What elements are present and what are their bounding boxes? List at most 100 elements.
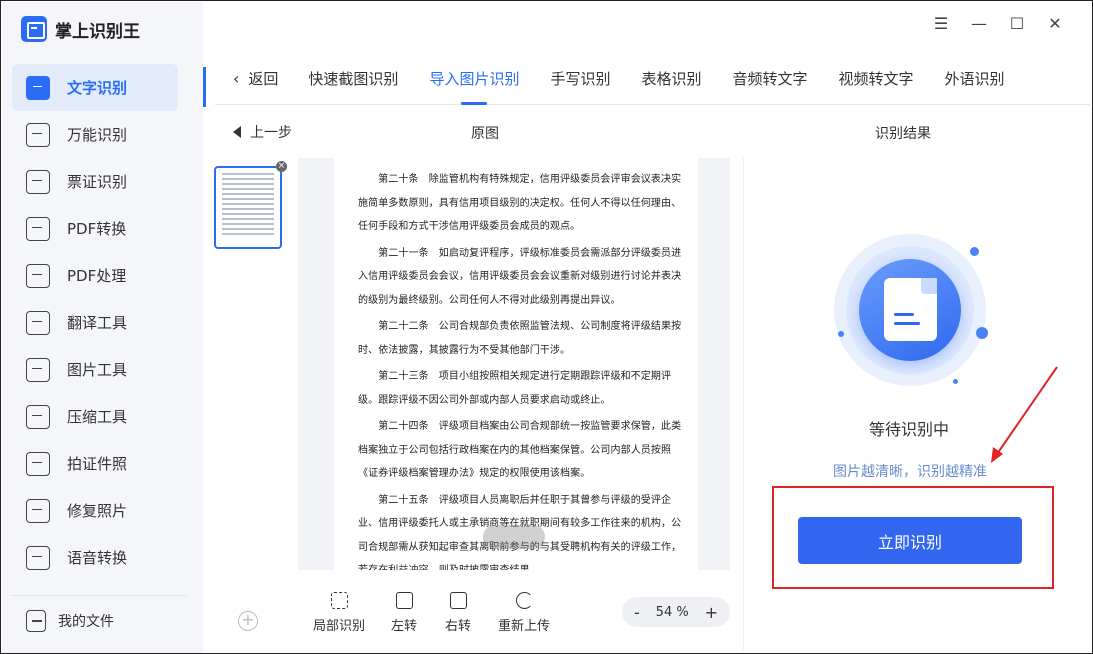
rotate-left-button[interactable]: 左转 <box>391 592 417 634</box>
sidebar-item-voice-convert[interactable]: 语音转换 <box>12 534 178 581</box>
sidebar-item-compress[interactable]: 压缩工具 <box>12 393 178 440</box>
app-title: 掌上识别王 <box>21 16 140 42</box>
ticket-icon <box>26 169 50 194</box>
add-image-icon[interactable]: + <box>238 611 258 631</box>
sidebar-item-photo-repair[interactable]: 修复照片 <box>12 487 178 534</box>
sidebar-item-label: 压缩工具 <box>67 408 128 426</box>
translate-icon <box>26 310 50 335</box>
prev-step-label: 上一步 <box>250 125 292 141</box>
tab-video-to-text[interactable]: 视频转文字 <box>839 53 914 105</box>
refresh-icon <box>515 592 533 609</box>
crop-icon <box>330 592 348 609</box>
reupload-button[interactable]: 重新上传 <box>498 592 550 634</box>
app-name: 掌上识别王 <box>55 21 140 42</box>
panel-divider <box>743 158 744 650</box>
sidebar-item-universal-scan[interactable]: 万能识别 <box>12 111 178 158</box>
triangle-left-icon <box>233 126 241 138</box>
sidebar-item-label: 文字识别 <box>67 79 128 97</box>
sidebar-item-label: 修复照片 <box>67 502 128 520</box>
my-files-link[interactable]: 我的文件 <box>26 610 114 632</box>
document-page: 第二十条 除监管机构有特殊规定，信用评级委员会评审会议表决实施简单多数原则，具有… <box>334 158 698 570</box>
sidebar-item-label: 语音转换 <box>67 549 128 567</box>
sidebar-item-image-tool[interactable]: 图片工具 <box>12 346 178 393</box>
id-photo-icon <box>26 451 50 476</box>
sidebar-item-label: 万能识别 <box>67 126 128 144</box>
back-button[interactable]: ‹ 返回 <box>233 68 278 89</box>
file-icon <box>26 610 46 632</box>
decor-dot <box>953 379 958 384</box>
scroll-indicator[interactable] <box>483 525 545 549</box>
back-label: 返回 <box>248 70 279 88</box>
rotate-right-button[interactable]: 右转 <box>445 592 471 634</box>
partial-recognize-button[interactable]: 局部识别 <box>313 592 365 634</box>
app-window: 掌上识别王 文字识别 万能识别 票证识别 PDF转换 PDF处理 翻译工具 图片… <box>0 0 1093 654</box>
decor-dot <box>970 247 979 256</box>
sidebar: 掌上识别王 文字识别 万能识别 票证识别 PDF转换 PDF处理 翻译工具 图片… <box>2 2 203 653</box>
mode-tabs: ‹ 返回 快速截图识别 导入图片识别 手写识别 表格识别 音频转文字 视频转文字… <box>215 53 1090 105</box>
decor-dot <box>976 327 988 339</box>
tab-table[interactable]: 表格识别 <box>641 53 701 105</box>
close-icon[interactable]: ✕ <box>1036 11 1074 35</box>
tool-label: 左转 <box>391 619 418 634</box>
document-paragraph: 第二十条 除监管机构有特殊规定，信用评级委员会评审会议表决实施简单多数原则，具有… <box>358 174 682 232</box>
decor-dot <box>838 331 844 337</box>
document-paragraph: 第二十四条 评级项目档案由公司合规部统一按监管要求保管，此类档案独立于公司包括行… <box>358 421 682 479</box>
app-logo-icon <box>21 16 47 42</box>
hint-text: 图片越清晰，识别越精准 <box>833 464 987 480</box>
tab-quick-screenshot[interactable]: 快速截图识别 <box>308 53 398 105</box>
compress-icon <box>26 404 50 429</box>
tool-label: 重新上传 <box>498 619 551 634</box>
status-text: 等待识别中 <box>869 420 950 439</box>
sidebar-item-label: PDF处理 <box>67 267 127 285</box>
document-paragraph: 第二十一条 如启动复评程序，评级标准委员会需派部分评级委员进入信用评级委员会会议… <box>358 247 682 306</box>
document-paragraph: 第二十二条 公司合规部负责依照监管法规、公司制度将评级结果按时、依法披露，其披露… <box>358 321 682 356</box>
annotation-arrow <box>991 366 1058 463</box>
tool-label: 右转 <box>445 619 472 634</box>
text-recognition-icon <box>26 75 50 100</box>
sidebar-item-pdf-process[interactable]: PDF处理 <box>12 252 178 299</box>
image-tool-icon <box>26 357 50 382</box>
sidebar-nav: 文字识别 万能识别 票证识别 PDF转换 PDF处理 翻译工具 图片工具 压缩工… <box>12 64 178 581</box>
zoom-out-button[interactable]: - <box>634 603 640 622</box>
tool-label: 局部识别 <box>313 619 366 634</box>
tab-foreign-language[interactable]: 外语识别 <box>945 53 1005 105</box>
sidebar-item-id-photo[interactable]: 拍证件照 <box>12 440 178 487</box>
sidebar-item-label: 票证识别 <box>67 173 128 191</box>
sidebar-item-text-recognition[interactable]: 文字识别 <box>12 64 178 111</box>
remove-thumbnail-icon[interactable]: × <box>276 161 287 172</box>
rotate-left-icon <box>395 592 413 609</box>
zoom-in-button[interactable]: + <box>705 603 718 622</box>
pdf-process-icon <box>26 263 50 288</box>
menu-icon[interactable]: ☰ <box>922 11 960 35</box>
voice-convert-icon <box>26 545 50 570</box>
sidebar-item-ticket[interactable]: 票证识别 <box>12 158 178 205</box>
chevron-left-icon: ‹ <box>233 69 240 88</box>
photo-repair-icon <box>26 498 50 523</box>
sidebar-item-label: 图片工具 <box>67 361 128 379</box>
tab-import-image[interactable]: 导入图片识别 <box>429 53 519 105</box>
active-indicator <box>203 67 206 107</box>
pdf-convert-icon <box>26 216 50 241</box>
sidebar-item-label: PDF转换 <box>67 220 127 238</box>
result-label: 识别结果 <box>875 126 931 142</box>
page-thumbnail[interactable] <box>214 166 282 249</box>
sidebar-item-pdf-convert[interactable]: PDF转换 <box>12 205 178 252</box>
my-files-label: 我的文件 <box>58 614 114 630</box>
document-icon <box>884 278 937 341</box>
rotate-right-icon <box>449 592 467 609</box>
sidebar-item-label: 拍证件照 <box>67 455 128 473</box>
tab-audio-to-text[interactable]: 音频转文字 <box>732 53 807 105</box>
zoom-control: - 54 % + <box>622 597 730 627</box>
sidebar-item-translate[interactable]: 翻译工具 <box>12 299 178 346</box>
start-recognition-button[interactable]: 立即识别 <box>798 517 1022 564</box>
prev-step-button[interactable]: 上一步 <box>233 122 292 142</box>
zoom-value: 54 % <box>655 604 689 620</box>
document-paragraph: 第二十三条 项目小组按照相关规定进行定期跟踪评级和不定期评级。跟踪评级不因公司外… <box>358 371 672 406</box>
sidebar-item-label: 翻译工具 <box>67 314 128 332</box>
maximize-icon[interactable]: ☐ <box>998 11 1036 35</box>
document-viewer[interactable]: 第二十条 除监管机构有特殊规定，信用评级委员会评审会议表决实施简单多数原则，具有… <box>298 158 730 570</box>
tab-handwriting[interactable]: 手写识别 <box>550 53 610 105</box>
minimize-icon[interactable]: — <box>960 11 998 35</box>
window-controls: ☰ — ☐ ✕ <box>922 11 1074 35</box>
universal-scan-icon <box>26 122 50 147</box>
